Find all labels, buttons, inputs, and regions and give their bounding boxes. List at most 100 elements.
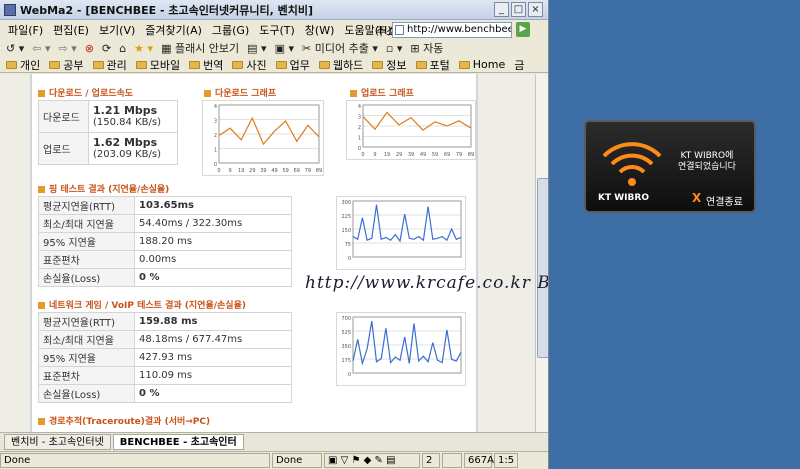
- maximize-button[interactable]: □: [511, 2, 526, 17]
- page-tools-icon[interactable]: ▣ ▾: [275, 42, 294, 55]
- go-button[interactable]: ▶: [516, 22, 530, 37]
- y-tick-label: 350: [341, 344, 351, 350]
- download-graph-svg: 432100 9 19 29 39 49 59 69 79 89: [214, 104, 322, 174]
- fav-label: 웹하드: [332, 58, 364, 72]
- fav-folder[interactable]: 사진: [232, 57, 267, 73]
- refresh-icon[interactable]: ↺ ▾: [6, 42, 24, 55]
- x-tick-label: 39: [408, 152, 414, 158]
- page-icon: [395, 25, 404, 35]
- stop-icon[interactable]: ⊗: [85, 42, 94, 55]
- favorites-bar: 개인 공부 관리 모바일 번역 사진 업무 웹하드 정보 포털 Home 금: [0, 57, 548, 73]
- wibro-message-line1: KT WIBRO에: [680, 151, 734, 161]
- toolbar: ↺ ▾ ⇦ ▾ ⇨ ▾ ⊗ ⟳ ⌂ ★ ▾ ▦ 플래시 안보기 ▤ ▾ ▣ ▾ …: [0, 39, 548, 57]
- fav-folder[interactable]: 개인: [6, 57, 40, 73]
- scrollbar-thumb[interactable]: [537, 178, 548, 358]
- table-row: 표준편차 110.09 ms: [38, 366, 292, 385]
- upload-value: 1.62 Mbps (203.09 KB/s): [88, 132, 178, 165]
- address-input[interactable]: http://www.benchbee.co.kr: [392, 22, 512, 38]
- y-tick-label: 2: [214, 133, 217, 139]
- disconnect-button[interactable]: 연결종료: [706, 193, 743, 208]
- game-stddev-value: 110.09 ms: [134, 366, 292, 385]
- minimize-button[interactable]: _: [494, 2, 509, 17]
- game-95-label: 95% 지연율: [38, 348, 135, 367]
- fav-folder[interactable]: 정보: [372, 57, 407, 73]
- game-rtt-label: 평균지연율(RTT): [38, 312, 135, 331]
- table-row: 업로드 1.62 Mbps (203.09 KB/s): [38, 132, 178, 165]
- fav-folder[interactable]: 업무: [275, 57, 310, 73]
- fav-more[interactable]: 금: [514, 57, 524, 73]
- group-icon[interactable]: ▤ ▾: [247, 42, 266, 55]
- folder-icon: [6, 60, 17, 69]
- x-tick-label: 59: [432, 152, 438, 158]
- game-section-title: 네트워크 게임 / VoIP 테스트 결과 (지연율/손실율): [38, 298, 246, 311]
- save-icon[interactable]: ▫ ▾: [386, 42, 402, 55]
- tab-bar: 벤치비 - 초고속인터넷 BENCHBEE - 초고속인터: [0, 432, 548, 451]
- series-line: [352, 204, 462, 243]
- y-tick-label: 700: [341, 316, 351, 322]
- x-tick-label: 59: [282, 168, 288, 174]
- title-bar: WebMa2 - [BENCHBEE - 초고속인터넷커뮤니티, 벤치비] _ …: [0, 0, 548, 20]
- fav-label: Home: [472, 58, 506, 71]
- y-tick-label: 75: [345, 242, 351, 248]
- fav-label: 포털: [429, 58, 450, 72]
- back-icon[interactable]: ⇦ ▾: [32, 42, 50, 55]
- fav-folder[interactable]: 웹하드: [318, 57, 364, 73]
- game-rtt-value: 159.88 ms: [134, 312, 292, 331]
- speed-section-title: 다운로드 / 업로드속도: [38, 86, 133, 99]
- reload-icon[interactable]: ⟳: [102, 42, 111, 55]
- forward-icon[interactable]: ⇨ ▾: [59, 42, 77, 55]
- game-table: 평균지연율(RTT) 159.88 ms 최소/최대 지연율 48.18ms / 6…: [38, 312, 292, 403]
- x-tick-label: 9: [229, 168, 232, 174]
- menu-file[interactable]: 파일(F): [8, 22, 43, 38]
- home-icon[interactable]: ⌂: [119, 42, 126, 55]
- address-value: http://www.benchbee.co.kr: [407, 24, 511, 35]
- game-graph-svg: 700 525 350 175 0: [341, 316, 462, 378]
- auto-button[interactable]: ⊞ 자동: [410, 40, 443, 56]
- close-button[interactable]: ×: [528, 2, 543, 17]
- status-bar: Done Done ▣ ▽ ⚑ ◆ ✎ ▤ 2 667A 1:5: [0, 451, 548, 469]
- menu-favorites[interactable]: 즐겨찾기(A): [145, 22, 202, 38]
- menu-tools[interactable]: 도구(T): [259, 22, 295, 38]
- star-icon[interactable]: ★ ▾: [134, 42, 153, 55]
- fav-folder[interactable]: 번역: [189, 57, 223, 73]
- status-icons: ▣ ▽ ⚑ ◆ ✎ ▤: [324, 453, 420, 468]
- upload-graph: 4 3 2 1 0 0 9 19 29 39 49 59 69 79 89: [346, 100, 476, 160]
- menu-view[interactable]: 보기(V): [99, 22, 135, 38]
- menu-group[interactable]: 그룹(G): [212, 22, 249, 38]
- menu-edit[interactable]: 편집(E): [53, 22, 89, 38]
- x-tick-label: 79: [305, 168, 311, 174]
- page-content: 다운로드 / 업로드속도 다운로드 1.21 Mbps (150.84 KB/s)…: [0, 74, 535, 432]
- ping-loss-label: 손실율(Loss): [38, 268, 135, 287]
- disconnect-icon[interactable]: X: [692, 191, 701, 205]
- game-loss-value: 0 %: [134, 384, 292, 403]
- media-extract-button[interactable]: ✂ 미디어 추출 ▾: [302, 40, 378, 56]
- x-tick-label: 79: [456, 152, 462, 158]
- fav-folder[interactable]: 포털: [415, 57, 450, 73]
- ping-rtt-value: 103.65ms: [134, 196, 292, 215]
- vertical-scrollbar[interactable]: [535, 74, 548, 432]
- status-done: Done: [272, 453, 322, 468]
- fav-folder[interactable]: 관리: [92, 57, 127, 73]
- wibro-message: KT WIBRO에 연결되었습니다: [678, 151, 736, 173]
- ping-graph: 300 225 150 75 0: [336, 196, 466, 270]
- table-row: 평균지연율(RTT) 103.65ms: [38, 196, 292, 215]
- y-tick-label: 0: [348, 372, 351, 378]
- fav-folder[interactable]: 모바일: [135, 57, 180, 73]
- table-row: 95% 지연율 188.20 ms: [38, 232, 292, 251]
- ping-section-title: 핑 테스트 결과 (지연율/손실율): [38, 182, 169, 195]
- folder-icon: [318, 60, 330, 69]
- y-tick-label: 3: [358, 115, 361, 121]
- menu-window[interactable]: 창(W): [305, 22, 335, 38]
- flash-block-button[interactable]: ▦ 플래시 안보기: [161, 40, 239, 56]
- fav-folder[interactable]: 공부: [49, 57, 84, 73]
- download-graph-title-text: 다운로드 그래프: [215, 89, 277, 99]
- ping-minmax-value: 54.40ms / 322.30ms: [134, 214, 292, 233]
- x-tick-label: 49: [420, 152, 426, 158]
- y-tick-label: 525: [341, 330, 351, 336]
- fav-home[interactable]: Home: [458, 58, 506, 71]
- tab-benchbee-kr[interactable]: 벤치비 - 초고속인터넷: [4, 434, 111, 450]
- y-tick-label: 4: [214, 104, 217, 110]
- ping-loss-value: 0 %: [134, 268, 292, 287]
- series-line: [352, 320, 462, 366]
- tab-benchbee-active[interactable]: BENCHBEE - 초고속인터: [112, 434, 244, 450]
